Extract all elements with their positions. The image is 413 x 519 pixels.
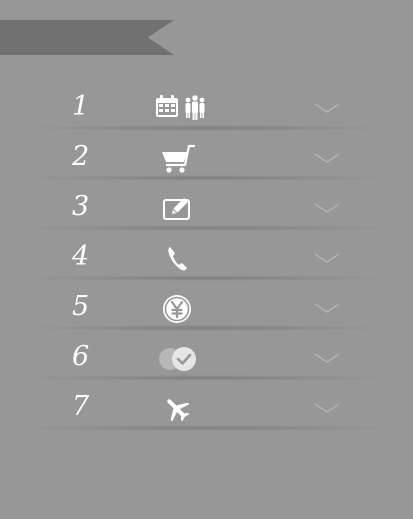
- step-number: 5: [72, 291, 90, 322]
- yen-coin-icon: [125, 294, 229, 324]
- step-number: 1: [72, 91, 90, 122]
- step-number: 2: [72, 141, 90, 172]
- toggle-check-icon: [125, 344, 229, 374]
- step-item-3[interactable]: 3: [0, 184, 413, 234]
- step-list: 1 2 3 4 5 6 7: [0, 84, 413, 434]
- step-number: 3: [72, 191, 90, 222]
- chevron-down-icon[interactable]: [314, 152, 340, 164]
- step-item-2[interactable]: 2: [0, 134, 413, 184]
- step-item-4[interactable]: 4: [0, 234, 413, 284]
- step-item-7[interactable]: 7: [0, 384, 413, 434]
- chevron-down-icon[interactable]: [314, 202, 340, 214]
- edit-note-icon: [125, 194, 229, 224]
- phone-icon: [125, 244, 229, 274]
- chevron-down-icon[interactable]: [314, 102, 340, 114]
- chevron-down-icon[interactable]: [314, 402, 340, 414]
- step-number: 6: [72, 341, 90, 372]
- chevron-down-icon[interactable]: [314, 302, 340, 314]
- calendar-people-icon: [125, 94, 229, 124]
- step-number: 7: [72, 391, 90, 422]
- chevron-down-icon[interactable]: [314, 252, 340, 264]
- header-ribbon: [0, 20, 174, 55]
- step-item-6[interactable]: 6: [0, 334, 413, 384]
- step-item-5[interactable]: 5: [0, 284, 413, 334]
- chevron-down-icon[interactable]: [314, 352, 340, 364]
- airplane-icon: [125, 394, 229, 424]
- step-number: 4: [72, 241, 90, 272]
- step-item-1[interactable]: 1: [0, 84, 413, 134]
- shopping-cart-icon: [125, 144, 229, 174]
